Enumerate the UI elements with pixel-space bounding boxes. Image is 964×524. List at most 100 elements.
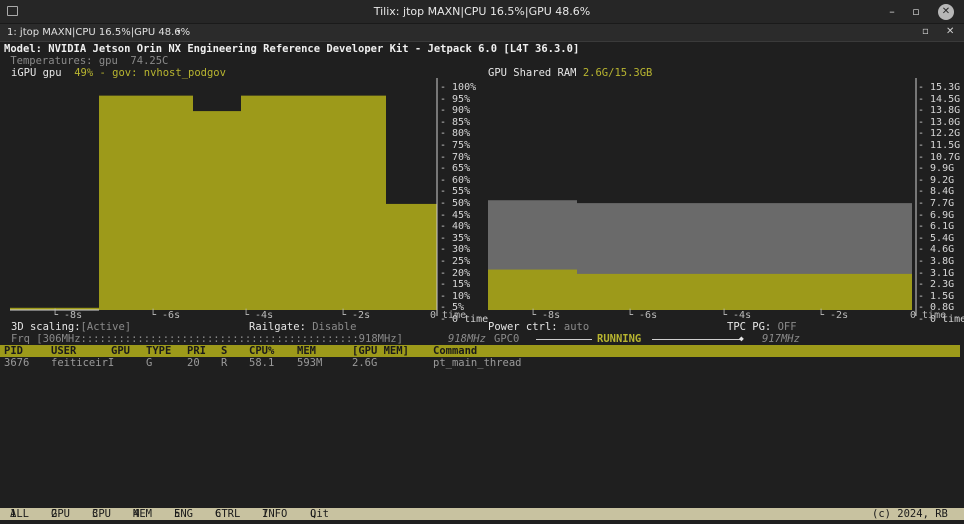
ram-gpu-area (577, 273, 912, 310)
maximize-button[interactable]: ▫ (908, 4, 924, 20)
col-mem[interactable]: MEM (297, 345, 316, 357)
gpu-x-tick: └ -2s (340, 310, 371, 321)
gpu-load-bar (380, 95, 386, 310)
tpc-pg-value: OFF (777, 321, 797, 333)
gpu-y-tick: - 100% (440, 82, 477, 93)
minimize-button[interactable]: – (884, 4, 900, 20)
ram-y-tick: - 3.8G (918, 256, 955, 267)
ram-y-tick: - 9.9G (918, 163, 955, 175)
gpu-load-chart (10, 78, 438, 316)
ram-x-tick: └ -2s (818, 310, 849, 321)
scaling-value: [Active] (80, 321, 132, 333)
footer-label-eng: ENG (174, 508, 193, 520)
gpu-load-bar (288, 95, 333, 310)
cell-pid: 3676 (4, 357, 30, 369)
col-type[interactable]: TYPE (146, 345, 171, 357)
close-button[interactable]: ✕ (938, 4, 954, 20)
col-pid[interactable]: PID (4, 345, 23, 357)
ram-y-tick: - 6.1G (918, 221, 955, 233)
gpc-label: GPC0 (494, 333, 520, 345)
gpu-y-tick: - 60% (440, 174, 471, 186)
power-ctrl-label: Power ctrl: (488, 321, 558, 333)
gpu-y-tick: - 90% (440, 105, 471, 117)
footer-menu: 1 ALL 2 GPU 3 CPU 4 MEM 5 ENG 6 CTRL 7 INFO Qui… (0, 508, 964, 520)
gpu-y-tick: - 25% (440, 256, 471, 267)
frequency-bar: Frq [306MHz:::::::::::::::::::::::::::::… (11, 333, 403, 345)
cell-user: feiticeirI (51, 357, 115, 369)
cell-gpu-mem: 2.6G (352, 357, 378, 369)
ram-x-tick: 0 time (910, 310, 947, 321)
footer-copyright: (c) 2024, RB (872, 508, 948, 520)
gpu-y-tick: - 10% (440, 290, 471, 302)
gpu-y-tick: - 80% (440, 128, 471, 140)
gpu-ram-chart (488, 78, 917, 316)
gpu-y-tick: - 95% (440, 93, 471, 105)
gpc-frequency: 917MHz (762, 333, 800, 345)
col-cpu[interactable]: CPU% (249, 345, 274, 357)
ram-y-tick: - 9.2G (918, 174, 955, 186)
terminal-tab-title[interactable]: 1: jtop MAXN|CPU 16.5%|GPU 48.6% (7, 27, 190, 38)
terminal-maximize-button[interactable]: ▫ (922, 26, 929, 37)
ram-y-tick: - 6.9G (918, 209, 955, 221)
gpu-y-tick: - 45% (440, 209, 471, 221)
gpu-load-bar (193, 111, 241, 310)
gpu-x-tick: └ -8s (52, 310, 83, 321)
terminal-area[interactable]: Model: NVIDIA Jetson Orin NX Engineering… (0, 42, 964, 524)
footer-label-gpu: GPU (51, 508, 70, 520)
col-gpu[interactable]: GPU (111, 345, 130, 357)
gpc-line-left (536, 339, 592, 340)
gpu-load-bar (147, 95, 193, 310)
gpu-load-bar (386, 203, 437, 310)
power-ctrl-value: auto (563, 321, 590, 333)
ram-y-tick: - 5.4G (918, 232, 955, 244)
footer-label-ctrl: CTRL (215, 508, 241, 520)
cell-command: pt_main_thread (433, 357, 522, 369)
gpu-x-tick: └ -6s (150, 310, 181, 321)
railgate-value: Disable (312, 321, 357, 333)
frequency-value: 918MHz (448, 333, 486, 345)
ram-y-tick: - 3.1G (918, 267, 955, 279)
footer-label-cpu: CPU (92, 508, 111, 520)
cell-state: R (221, 357, 228, 369)
tpc-pg-label: TPC PG: (727, 321, 772, 333)
gpu-y-tick: - 65% (440, 163, 471, 175)
ram-y-tick: - 11.5G (918, 140, 961, 151)
col-state[interactable]: S (221, 345, 227, 357)
gpu-y-tick: - 35% (440, 232, 471, 244)
col-user[interactable]: USER (51, 345, 76, 357)
scaling-line: 3D scaling:[Active] (11, 321, 131, 333)
ram-x-tick: └ -4s (721, 310, 752, 321)
terminal-close-button[interactable]: ✕ (946, 26, 954, 37)
ram-gpu-area (488, 269, 577, 310)
temperatures-line: Temperatures: gpu 74.25C (4, 55, 169, 67)
footer-label-mem: MEM (133, 508, 152, 520)
process-table-header: PID USER GPU TYPE PRI S CPU% MEM [GPU ME… (0, 345, 960, 357)
col-pri[interactable]: PRI (187, 345, 206, 357)
ram-y-tick: - 2.3G (918, 279, 955, 291)
ram-y-tick: - 12.2G (918, 128, 961, 140)
gpu-y-tick: - 70% (440, 151, 471, 163)
ram-y-tick: - 15.3G (918, 82, 961, 93)
chevron-down-icon[interactable]: ▾ (176, 27, 181, 37)
gpu-y-tick: - 15% (440, 279, 471, 291)
ram-x-tick: └ -6s (627, 310, 658, 321)
power-ctrl-line: Power ctrl: auto (488, 321, 589, 333)
col-gpu-mem[interactable]: [GPU MEM] (352, 345, 409, 357)
railgate-label: Railgate: (249, 321, 306, 333)
gpu-y-tick: - 40% (440, 221, 471, 233)
gpc-line-right (652, 339, 742, 340)
gpu-x-tick: 0 time (430, 310, 467, 321)
cell-type: G (146, 357, 153, 369)
model-line: Model: NVIDIA Jetson Orin NX Engineering… (4, 43, 580, 55)
col-command[interactable]: Command (433, 345, 477, 357)
gpu-x-tick: └ -4s (243, 310, 274, 321)
gpc-diamond-icon: ◆ (739, 334, 744, 343)
cell-pri: 20 (187, 357, 200, 369)
table-row[interactable]: 3676 feiticeirI G 20 R 58.1 593M 2.6G pt… (0, 357, 960, 369)
cell-mem: 593M (297, 357, 323, 369)
terminal-tabbar: 1: jtop MAXN|CPU 16.5%|GPU 48.6% ▾ ▫ ✕ (0, 24, 964, 42)
ram-x-tick: └ -8s (530, 310, 561, 321)
gpu-y-tick: - 20% (440, 267, 471, 279)
gpu-load-bar (241, 95, 288, 310)
ram-y-tick: - 13.0G (918, 116, 961, 128)
